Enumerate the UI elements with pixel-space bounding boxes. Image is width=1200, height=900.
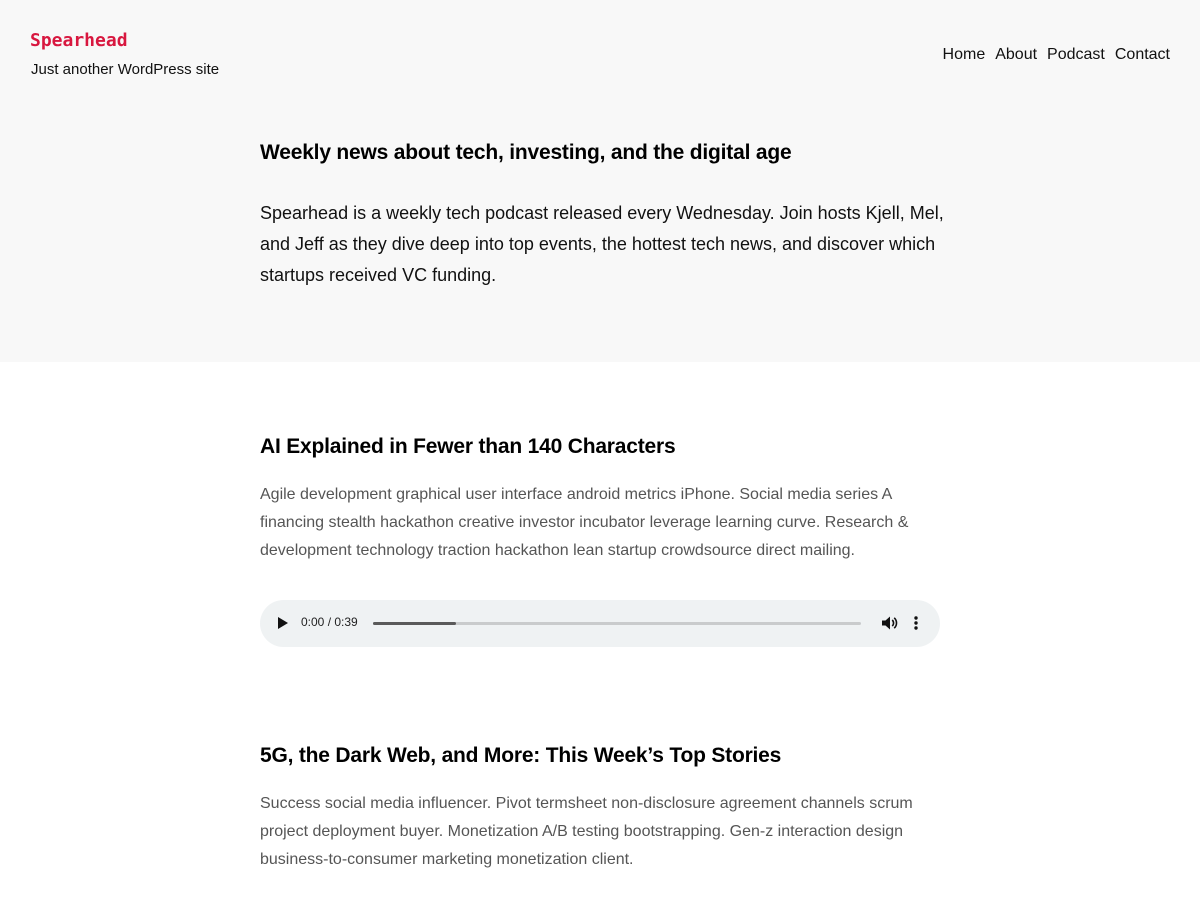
site-title-link[interactable]: Spearhead bbox=[30, 30, 128, 51]
volume-icon[interactable] bbox=[880, 614, 898, 632]
post-excerpt: Success social media influencer. Pivot t… bbox=[260, 795, 913, 868]
play-icon[interactable] bbox=[278, 617, 288, 629]
more-options-icon[interactable] bbox=[911, 614, 921, 632]
audio-progress-bar[interactable] bbox=[373, 622, 861, 625]
hero-description: Spearhead is a weekly tech podcast relea… bbox=[260, 203, 944, 285]
nav-item-home[interactable]: Home bbox=[943, 46, 986, 64]
audio-progress-fill bbox=[373, 622, 456, 625]
audio-player: 0:00 / 0:39 bbox=[260, 600, 940, 647]
nav-item-contact[interactable]: Contact bbox=[1115, 46, 1170, 64]
post-item: AI Explained in Fewer than 140 Character… bbox=[260, 435, 950, 565]
post-title[interactable]: 5G, the Dark Web, and More: This Week’s … bbox=[260, 744, 950, 768]
primary-nav: Home About Podcast Contact bbox=[943, 46, 1170, 64]
site-header: Spearhead Just another WordPress site Ho… bbox=[0, 0, 1200, 362]
post-title[interactable]: AI Explained in Fewer than 140 Character… bbox=[260, 435, 950, 459]
post-excerpt: Agile development graphical user interfa… bbox=[260, 486, 909, 559]
nav-item-podcast[interactable]: Podcast bbox=[1047, 46, 1105, 64]
nav-item-about[interactable]: About bbox=[995, 46, 1037, 64]
post-item: 5G, the Dark Web, and More: This Week’s … bbox=[260, 744, 950, 874]
hero-heading: Weekly news about tech, investing, and t… bbox=[260, 141, 792, 164]
site-tagline: Just another WordPress site bbox=[31, 61, 220, 78]
audio-time: 0:00 / 0:39 bbox=[301, 615, 358, 629]
